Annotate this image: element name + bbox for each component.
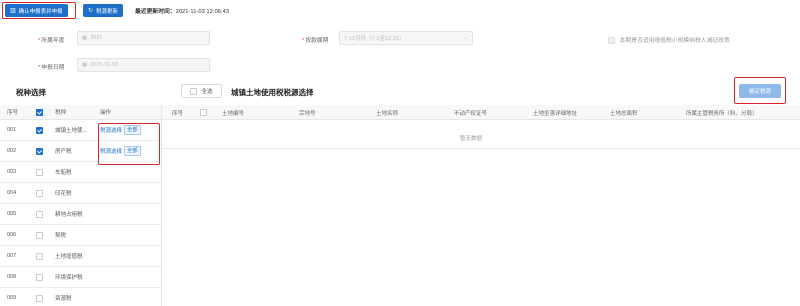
table-row[interactable]: 004 印花税 [0,183,161,204]
row-checkbox[interactable] [35,252,43,260]
row-checkbox[interactable] [35,168,43,176]
select-all-label: 全选 [201,89,213,95]
header-area: 土地总面积 [610,111,638,117]
row-no: 009 [7,295,17,301]
divider [162,148,800,149]
year-value: 2021 [90,35,103,41]
row-tax-name: 资源税 [55,296,72,302]
row-no: 003 [7,169,17,175]
table-row[interactable]: 006 契税 [0,225,161,246]
row-no: 007 [7,253,17,259]
header-no: 序号 [7,110,19,116]
row-tax-name: 印花税 [55,191,72,197]
header-authority: 所属主管税务所（科、分局） [686,111,758,117]
declare-date-label: *申报日期 [38,65,65,71]
row-tax-name: 车船税 [55,170,72,176]
header-address: 土地坐落详细地址 [533,111,578,117]
refresh-source-button[interactable]: ↻ 税源更新 [83,4,124,17]
row-checkbox[interactable] [35,189,43,197]
select-all-checkbox[interactable] [190,87,198,95]
declare-date-value: 2021-11-03 [90,62,118,68]
header-cert-no: 不动产权证号 [454,111,488,117]
header-parcel-no: 宗地号 [299,111,316,117]
row-no: 008 [7,274,17,280]
header-land-name: 土地名称 [376,111,399,117]
row-checkbox[interactable] [35,231,43,239]
small-taxpayer-option[interactable]: 本期是否适用增值税小规模纳税人减征政策 [608,35,730,44]
declare-date-field[interactable]: ▦ 2021-11-03 [77,58,210,72]
row-tax-name: 耕地占用税 [55,212,83,218]
toolbar: ▥ 确认申报表并申报 ↻ 税源更新 最近更新时间：2021-11-03 12:0… [0,0,800,22]
select-all-button[interactable]: 全选 [181,84,222,98]
header-op: 操作 [100,110,112,116]
row-no: 005 [7,211,17,217]
row-tax-name: 土地增值税 [55,254,83,260]
source-select-title: 城镇土地使用税税源选择 [231,88,314,97]
table-row[interactable]: 005 耕地占用税 [0,204,161,225]
period-select[interactable]: 7-12月份（7-1至12-31） ⌄ [339,31,473,45]
header-land-no: 土地编号 [222,111,245,117]
table-row[interactable]: 009 资源税 [0,288,161,306]
calendar-icon: ▦ [82,62,88,68]
tax-type-title: 税种选择 [16,88,46,97]
chevron-down-icon: ⌄ [463,35,468,41]
row-no: 001 [7,127,17,133]
last-update-value: 2021-11-03 12:06:43 [175,9,229,15]
period-label: *按款属期 [302,38,329,44]
highlight-box [2,2,76,19]
row-no: 006 [7,232,17,238]
last-update-label: 最近更新时间： [135,9,176,15]
calendar-icon: ▦ [82,35,88,41]
small-taxpayer-checkbox[interactable] [608,36,615,44]
divider [161,105,162,306]
row-no: 002 [7,148,17,154]
row-checkbox[interactable] [35,273,43,281]
table-row[interactable]: 007 土地增值税 [0,246,161,267]
row-tax-name: 环境保护税 [55,275,83,281]
header-no: 序号 [172,111,184,117]
year-field[interactable]: ▦ 2021 [77,31,210,45]
source-table-header: 序号 土地编号 宗地号 土地名称 不动产权证号 土地坐落详细地址 土地总面积 所… [162,105,800,120]
header-checkbox[interactable] [35,108,43,116]
row-tax-name: 契税 [55,233,67,239]
row-tax-name: 城镇土地使... [55,128,88,134]
row-checkbox[interactable] [35,210,43,218]
year-label: *所属年度 [38,38,65,44]
table-row[interactable]: 008 环境保护税 [0,267,161,288]
highlight-box [734,77,786,104]
row-checkbox[interactable] [35,147,43,155]
header-name: 税种 [55,110,67,116]
row-tax-name: 房产税 [55,149,72,155]
table-header: 序号 税种 操作 [0,105,161,120]
table-row[interactable]: 003 车船税 [0,162,161,183]
row-checkbox[interactable] [35,126,43,134]
period-value: 7-12月份（7-1至12-31） [344,36,405,42]
refresh-icon: ↻ [88,8,94,14]
header-checkbox[interactable] [200,109,207,116]
empty-text: 暂无数据 [460,136,483,142]
highlight-box [98,123,160,165]
row-checkbox[interactable] [35,294,43,302]
refresh-source-label: 税源更新 [96,8,119,15]
last-update: 最近更新时间：2021-11-03 12:06:43 [135,6,229,15]
row-no: 004 [7,190,17,196]
small-taxpayer-label: 本期是否适用增值税小规模纳税人减征政策 [619,38,730,44]
